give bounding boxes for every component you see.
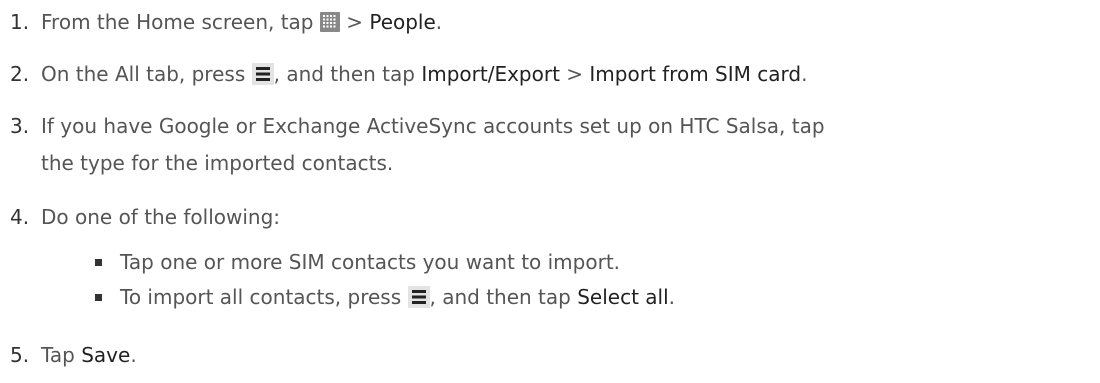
bullet-square-icon bbox=[95, 294, 102, 301]
all-apps-grid-icon bbox=[319, 11, 340, 32]
step-text-part: , and then tap bbox=[429, 285, 578, 309]
step-number: 4. bbox=[10, 205, 30, 229]
bullet-text: Tap one or more SIM contacts you want to… bbox=[120, 250, 621, 274]
step-text-part: . bbox=[130, 343, 137, 367]
step-text-part: Tap bbox=[41, 343, 82, 367]
step-text-part: To import all contacts, press bbox=[120, 285, 408, 309]
step-text-line: If you have Google or Exchange ActiveSyn… bbox=[41, 114, 825, 138]
step-text-part: , and then tap bbox=[273, 62, 422, 86]
step-text: On the All tab, press , and then tap Imp… bbox=[41, 56, 1090, 93]
step-text-part: > bbox=[559, 62, 590, 86]
step-text: From the Home screen, tap > People. bbox=[41, 4, 1090, 41]
people-label: People bbox=[369, 10, 436, 34]
step-number: 1. bbox=[10, 10, 30, 34]
step-text-part: On the All tab, press bbox=[41, 62, 252, 86]
step-number: 2. bbox=[10, 62, 30, 86]
step-text-part: . bbox=[668, 285, 676, 309]
step-text: Do one of the following: bbox=[41, 205, 281, 229]
save-label: Save bbox=[81, 343, 131, 367]
step-text: Tap Save. bbox=[41, 337, 1090, 374]
step-text-part: . bbox=[435, 10, 443, 34]
import-export-label: Import/Export bbox=[421, 62, 560, 86]
step-text: If you have Google or Exchange ActiveSyn… bbox=[41, 108, 1090, 182]
step-text-part: . bbox=[801, 62, 808, 86]
step-text-part: From the Home screen, tap bbox=[41, 10, 320, 34]
import-from-sim-label: Import from SIM card bbox=[589, 62, 802, 86]
bullet-square-icon bbox=[95, 259, 102, 266]
menu-icon bbox=[251, 62, 274, 85]
menu-icon bbox=[407, 285, 430, 308]
bullet-text: To import all contacts, press , and then… bbox=[120, 280, 675, 314]
select-all-label: Select all bbox=[577, 285, 669, 309]
step-text-part: > bbox=[339, 10, 370, 34]
step-number: 3. bbox=[10, 114, 30, 138]
step-number: 5. bbox=[10, 343, 30, 367]
step-text-line: the type for the imported contacts. bbox=[41, 151, 394, 175]
